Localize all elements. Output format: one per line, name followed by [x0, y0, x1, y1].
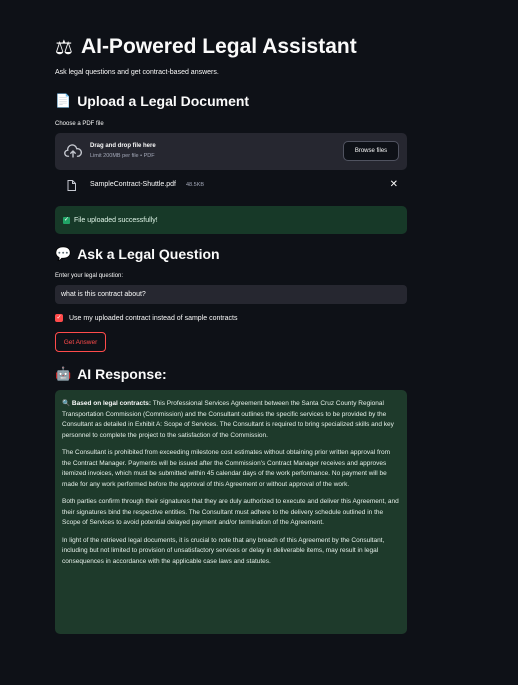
uploaded-file-row: SampleContract-Shuttle.pdf 48.5KB ✕: [55, 178, 407, 194]
response-paragraph: Both parties confirm through their signa…: [62, 498, 399, 526]
question-input-label: Enter your legal question:: [55, 273, 124, 279]
remove-file-close-icon[interactable]: ✕: [390, 179, 398, 190]
page-subtitle: Ask legal questions and get contract-bas…: [55, 69, 219, 76]
upload-success-alert: ✓ File uploaded successfully!: [55, 206, 407, 234]
magnifier-icon: 🔍: [62, 399, 71, 407]
success-message: File uploaded successfully!: [74, 216, 158, 224]
file-uploader-label: Choose a PDF file: [55, 121, 104, 127]
file-size: 48.5KB: [186, 182, 205, 188]
upload-heading: 📄 Upload a Legal Document: [55, 93, 250, 109]
cloud-upload-icon: [64, 144, 82, 158]
checkbox-checked-icon[interactable]: ✓: [55, 314, 63, 322]
browse-files-button[interactable]: Browse files: [343, 141, 399, 161]
document-icon: 📄: [55, 93, 72, 109]
file-icon: [67, 180, 76, 191]
check-icon: ✓: [63, 216, 70, 224]
response-paragraph: The Consultant is prohibited from exceed…: [62, 449, 391, 488]
file-name: SampleContract-Shuttle.pdf: [90, 181, 176, 188]
response-paragraph: In light of the retrieved legal document…: [62, 536, 385, 565]
get-answer-button[interactable]: Get Answer: [55, 332, 106, 352]
use-uploaded-contract-checkbox-row[interactable]: ✓ Use my uploaded contract instead of sa…: [55, 314, 237, 322]
checkbox-label: Use my uploaded contract instead of samp…: [69, 314, 238, 322]
question-input[interactable]: what is this contract about?: [55, 285, 407, 304]
speech-bubble-icon: 💬: [55, 246, 72, 262]
robot-icon: 🤖: [55, 366, 72, 382]
file-dropzone[interactable]: Drag and drop file here Limit 200MB per …: [55, 133, 407, 170]
dropzone-limit: Limit 200MB per file • PDF: [90, 153, 155, 159]
response-heading: 🤖 AI Response:: [55, 366, 167, 382]
response-lead: Based on legal contracts:: [71, 400, 152, 407]
page-header: ⚖ AI-Powered Legal Assistant: [55, 33, 357, 61]
scales-icon: ⚖: [55, 35, 73, 59]
dropzone-instructions: Drag and drop file here: [90, 143, 156, 149]
ai-response-box: 🔍 Based on legal contracts: This Profess…: [55, 390, 407, 634]
page-title: AI-Powered Legal Assistant: [80, 35, 357, 58]
response-paragraph: 🔍 Based on legal contracts: This Profess…: [62, 399, 394, 439]
question-heading: 💬 Ask a Legal Question: [55, 246, 220, 262]
